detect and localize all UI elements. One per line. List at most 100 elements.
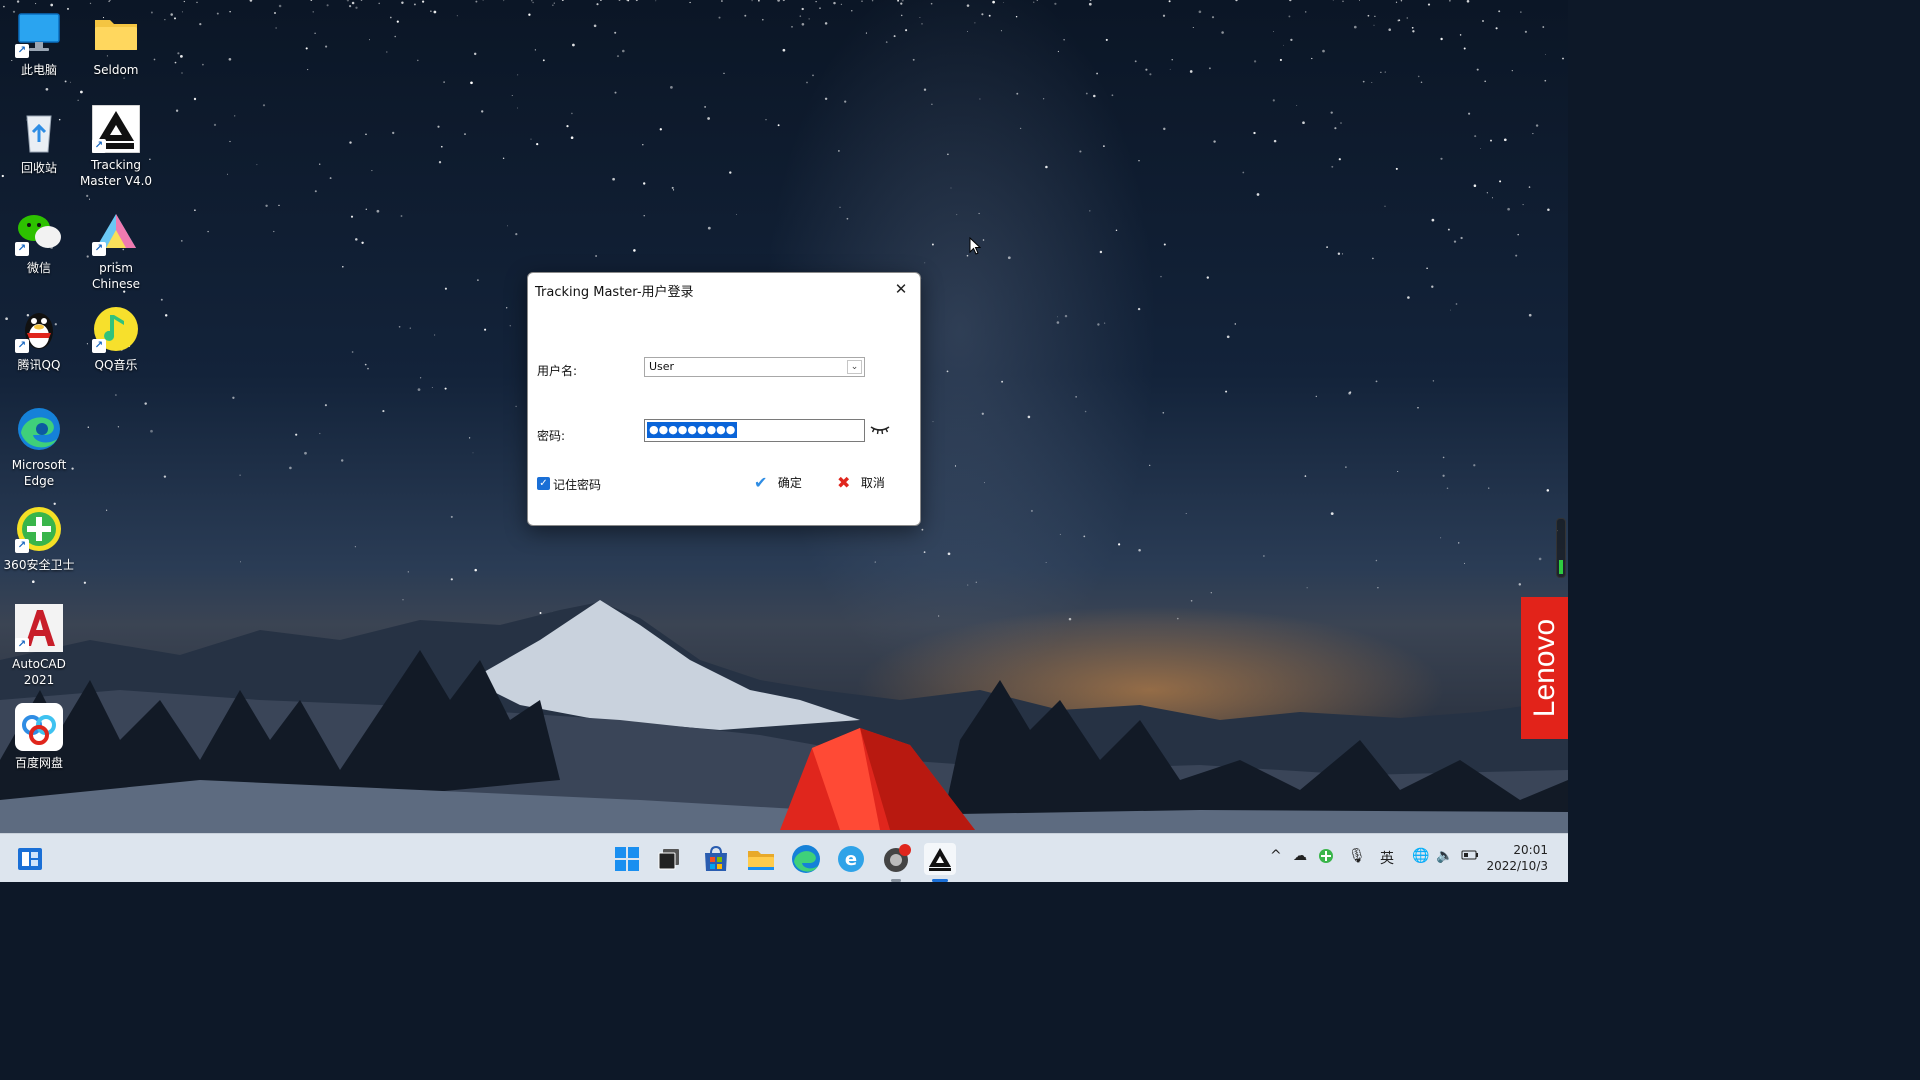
star [1149, 73, 1152, 76]
star [1192, 26, 1194, 29]
star [801, 7, 804, 11]
star [612, 177, 615, 181]
desktop-icon-qq-music[interactable]: ↗ QQ音乐 [77, 305, 155, 373]
username-combobox[interactable]: User ⌄ [644, 357, 865, 377]
ok-button[interactable]: ✔ 确定 [754, 473, 802, 495]
widgets-button[interactable] [14, 843, 46, 875]
start-icon [615, 847, 639, 871]
store-button[interactable] [700, 843, 732, 875]
star [1457, 542, 1460, 544]
onedrive-tray-button[interactable]: ☁ [1293, 848, 1307, 864]
side-indicator-level [1559, 560, 1563, 574]
star [507, 225, 508, 227]
star [1221, 31, 1224, 34]
star [627, 0, 630, 2]
network-tray-button[interactable]: 🌐 [1412, 848, 1429, 864]
ie-button[interactable]: e [835, 843, 867, 875]
star [718, 16, 721, 19]
star [1397, 470, 1399, 473]
star [1412, 30, 1415, 33]
star [115, 394, 117, 396]
star [273, 230, 275, 233]
clock[interactable]: 20:01 2022/10/3 [1486, 842, 1548, 874]
file-explorer-button[interactable] [745, 843, 777, 875]
store-icon [705, 845, 727, 871]
star [1206, 276, 1209, 279]
star [1137, 307, 1141, 311]
star [839, 206, 841, 208]
star [389, 16, 392, 19]
star [202, 63, 204, 66]
360-tray-button[interactable] [1318, 848, 1334, 868]
start-button[interactable] [611, 843, 643, 875]
star [431, 387, 433, 389]
star [278, 204, 280, 207]
star [1459, 34, 1462, 36]
star [782, 0, 785, 2]
star [1447, 228, 1450, 231]
password-input[interactable]: ●●●●●●●●● [644, 419, 865, 442]
task-view-button[interactable] [654, 843, 686, 875]
autocad-icon: ↗ [15, 604, 63, 652]
star [1411, 26, 1414, 29]
star [509, 325, 511, 327]
cancel-button[interactable]: ✖ 取消 [837, 473, 885, 495]
star [1103, 322, 1106, 324]
battery-tray-button[interactable] [1461, 848, 1479, 866]
desktop-icon-seldom[interactable]: Seldom [77, 10, 155, 78]
star [885, 41, 888, 43]
star [966, 254, 969, 257]
star [1503, 138, 1507, 142]
star [443, 81, 445, 83]
remember-password-checkbox[interactable]: ✓ [537, 477, 550, 490]
close-button[interactable]: ✕ [890, 279, 912, 299]
star [801, 22, 805, 26]
star [144, 402, 147, 405]
app-button[interactable] [880, 843, 912, 875]
desktop-icon-360-security[interactable]: ↗ 360安全卫士 [0, 505, 78, 573]
star [1084, 410, 1087, 413]
star [1242, 171, 1245, 174]
desktop-icon-autocad[interactable]: ↗ AutoCAD 2021 [0, 604, 78, 688]
side-indicator[interactable] [1556, 518, 1566, 578]
star [275, 27, 277, 29]
remember-password-label[interactable]: 记住密码 [553, 476, 601, 493]
star [1056, 316, 1058, 318]
edge-taskbar-button[interactable] [790, 843, 822, 875]
globe-icon: 🌐 [1412, 848, 1430, 864]
star [1473, 464, 1476, 467]
star [921, 528, 924, 531]
desktop-icon-prism[interactable]: ↗ prism Chinese [77, 208, 155, 292]
star [1185, 513, 1187, 514]
desktop-icon-qq[interactable]: ↗ 腾讯QQ [0, 305, 78, 373]
star [596, 3, 599, 6]
star [193, 97, 197, 101]
star [326, 4, 329, 7]
show-hidden-icons-button[interactable]: ^ [1270, 848, 1282, 864]
star [1334, 127, 1337, 130]
ime-indicator[interactable]: 英 [1380, 848, 1394, 868]
desktop-icon-baidu-netdisk[interactable]: 百度网盘 [0, 703, 78, 771]
desktop-icon-edge[interactable]: Microsoft Edge [0, 405, 78, 489]
desktop-icon-wechat[interactable]: ↗ 微信 [0, 208, 78, 276]
star [672, 189, 675, 191]
eye-closed-icon[interactable] [870, 423, 890, 437]
chevron-down-icon[interactable]: ⌄ [847, 360, 862, 374]
star [367, 367, 369, 370]
star [947, 552, 951, 556]
star [1296, 105, 1298, 106]
star [1520, 11, 1522, 13]
star [1306, 587, 1308, 589]
star [1511, 70, 1513, 72]
star [865, 32, 867, 34]
star [900, 14, 903, 17]
tracking-master-taskbar-button[interactable] [924, 843, 956, 875]
volume-tray-button[interactable]: 🔈 [1436, 848, 1453, 864]
microphone-tray-button[interactable]: 🎙 [1348, 848, 1366, 864]
desktop-icon-this-pc[interactable]: ↗ 此电脑 [0, 10, 78, 78]
edge-icon [792, 845, 820, 873]
star [1176, 617, 1179, 620]
star [1225, 390, 1228, 393]
desktop-icon-tracking-master[interactable]: ↗ Tracking Master V4.0 [77, 104, 155, 189]
desktop-icon-recycle-bin[interactable]: 回收站 [0, 108, 78, 176]
